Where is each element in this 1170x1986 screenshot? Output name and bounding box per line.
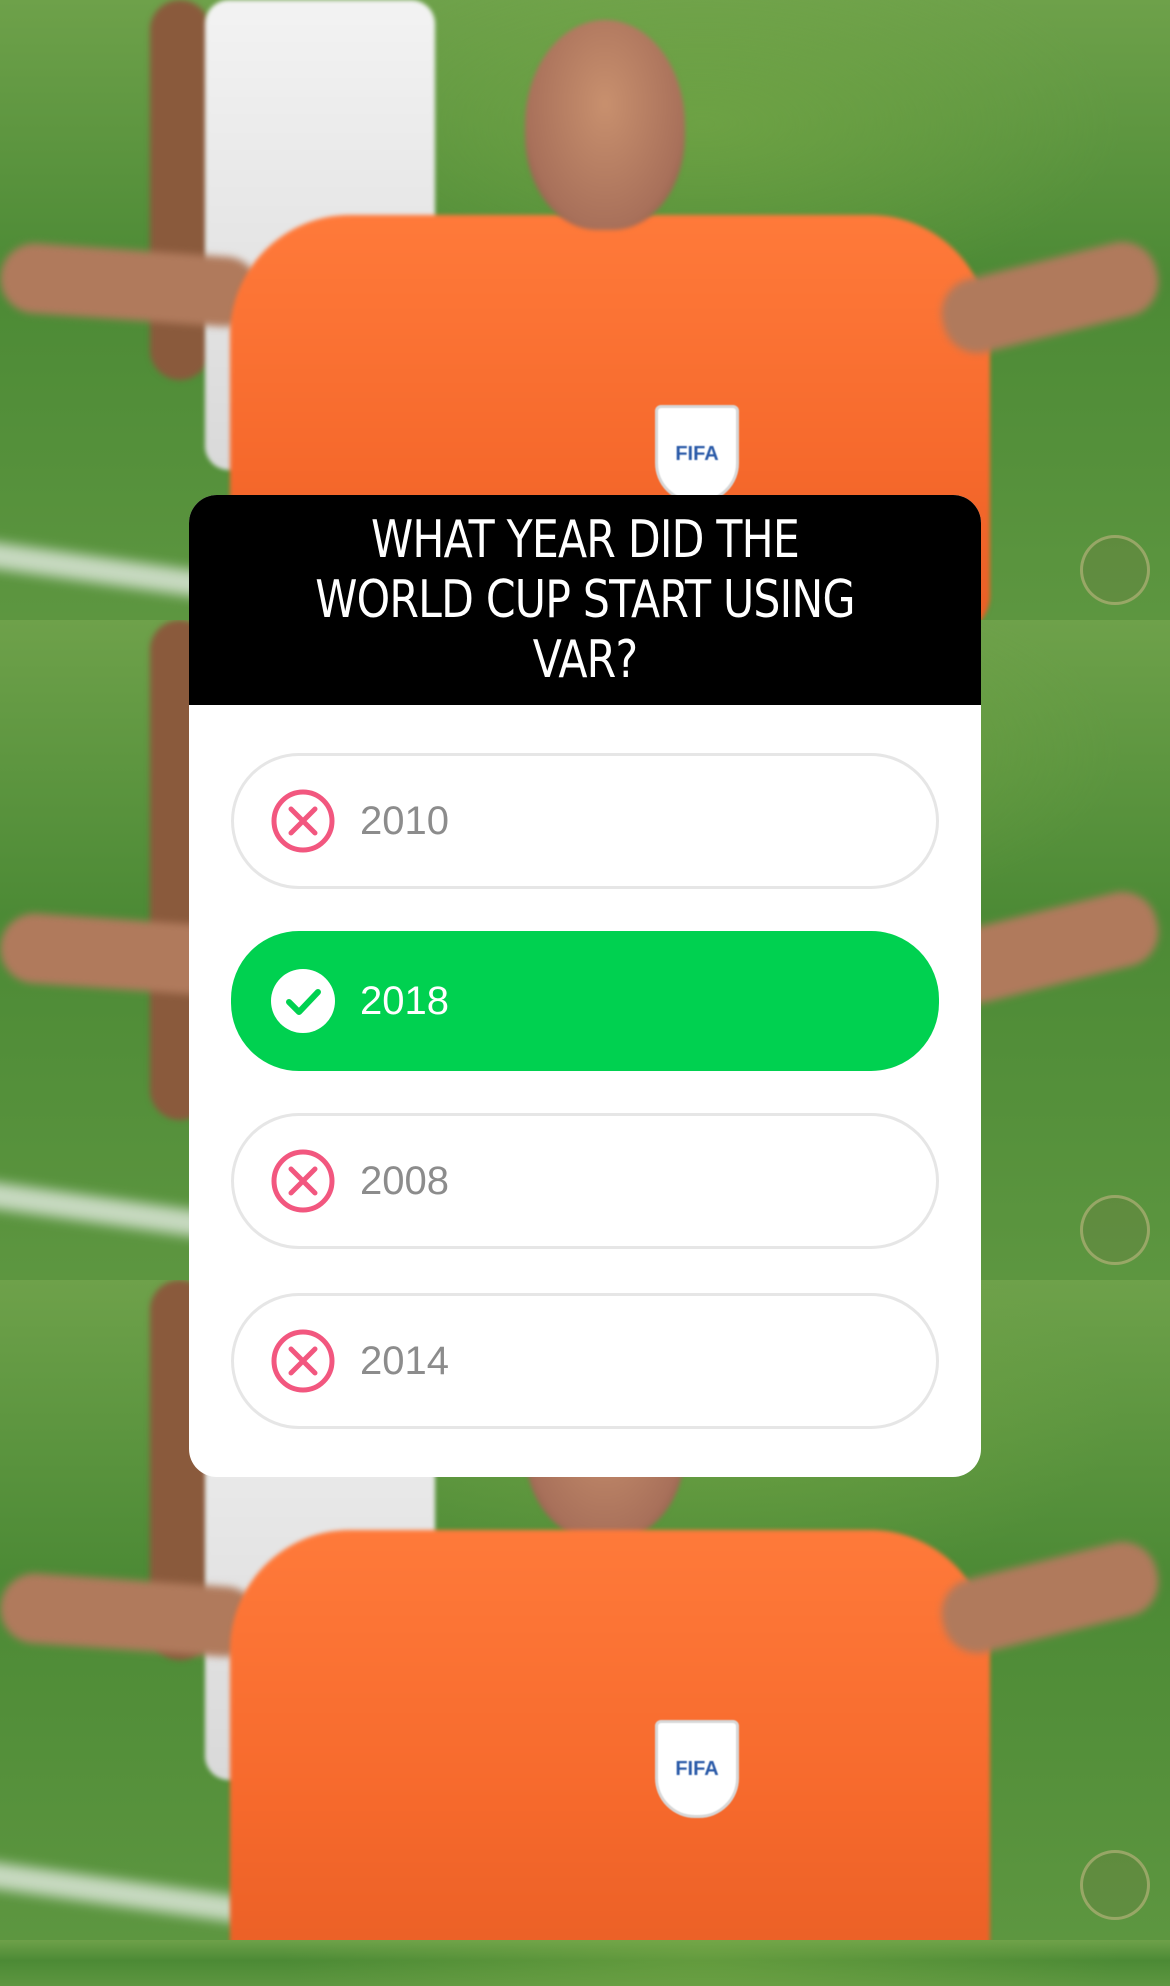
x-circle-icon bbox=[271, 789, 335, 853]
story-canvas: FIFA FIFA WHAT YEAR DID THE WORLD CUP ST… bbox=[0, 0, 1170, 1986]
quiz-options: 2010 2018 2008 2014 bbox=[231, 753, 939, 1473]
referee-badge: FIFA bbox=[655, 405, 739, 503]
quiz-sticker: WHAT YEAR DID THE WORLD CUP START USING … bbox=[189, 495, 981, 1477]
quiz-option-label: 2014 bbox=[360, 1338, 449, 1383]
watermark-logo bbox=[1080, 1195, 1150, 1265]
checkmark-circle-icon bbox=[271, 969, 335, 1033]
x-circle-icon bbox=[271, 1149, 335, 1213]
quiz-option-2014[interactable]: 2014 bbox=[231, 1293, 939, 1429]
quiz-option-label: 2008 bbox=[360, 1158, 449, 1203]
quiz-option-label: 2010 bbox=[360, 798, 449, 843]
quiz-option-2008[interactable]: 2008 bbox=[231, 1113, 939, 1249]
quiz-option-2018[interactable]: 2018 bbox=[231, 931, 939, 1071]
watermark-logo bbox=[1080, 535, 1150, 605]
background-photo-tile bbox=[0, 1940, 1170, 1986]
referee-badge: FIFA bbox=[655, 1720, 739, 1818]
quiz-option-2010[interactable]: 2010 bbox=[231, 753, 939, 889]
quiz-option-label: 2018 bbox=[360, 978, 449, 1023]
quiz-question: WHAT YEAR DID THE WORLD CUP START USING … bbox=[315, 510, 855, 690]
quiz-question-header: WHAT YEAR DID THE WORLD CUP START USING … bbox=[189, 495, 981, 705]
watermark-logo bbox=[1080, 1850, 1150, 1920]
x-circle-icon bbox=[271, 1329, 335, 1393]
